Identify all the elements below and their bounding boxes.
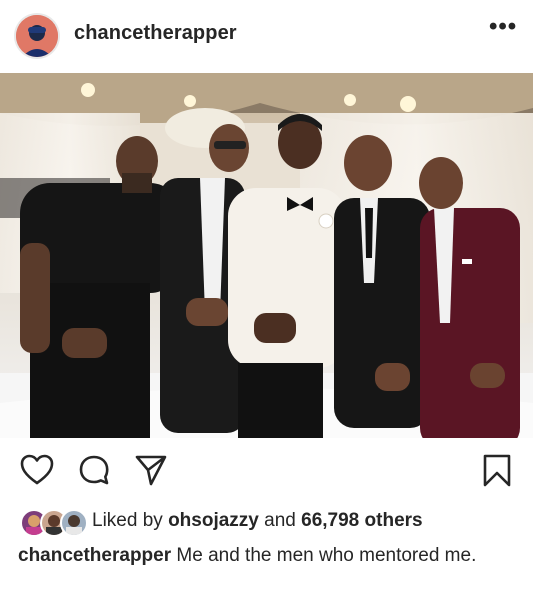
- paper-plane-icon[interactable]: [134, 454, 168, 486]
- comment-icon[interactable]: [78, 454, 112, 486]
- heart-icon[interactable]: [20, 454, 54, 486]
- avatar[interactable]: [16, 15, 58, 57]
- liker-avatar[interactable]: [60, 509, 88, 537]
- post-username[interactable]: chancetherapper: [74, 22, 237, 45]
- bookmark-icon[interactable]: [482, 454, 512, 488]
- likes-count-link[interactable]: 66,798 others: [301, 510, 422, 531]
- caption-text: Me and the men who mentored me.: [176, 545, 477, 566]
- post-caption: chancetherapper Me and the men who mento…: [18, 544, 518, 567]
- likes-summary: Liked by ohsojazzy and 66,798 others: [92, 510, 423, 532]
- post-header: chancetherapper •••: [0, 0, 533, 72]
- likes-prefix: Liked by: [92, 510, 163, 531]
- likes-conjunction: and: [264, 510, 296, 531]
- caption-username[interactable]: chancetherapper: [18, 545, 171, 566]
- first-liker-link[interactable]: ohsojazzy: [168, 510, 259, 531]
- more-options-icon[interactable]: •••: [489, 15, 517, 40]
- post-photo[interactable]: [0, 73, 533, 438]
- post-actions: [0, 438, 533, 504]
- likes-row: Liked by ohsojazzy and 66,798 others: [0, 506, 533, 537]
